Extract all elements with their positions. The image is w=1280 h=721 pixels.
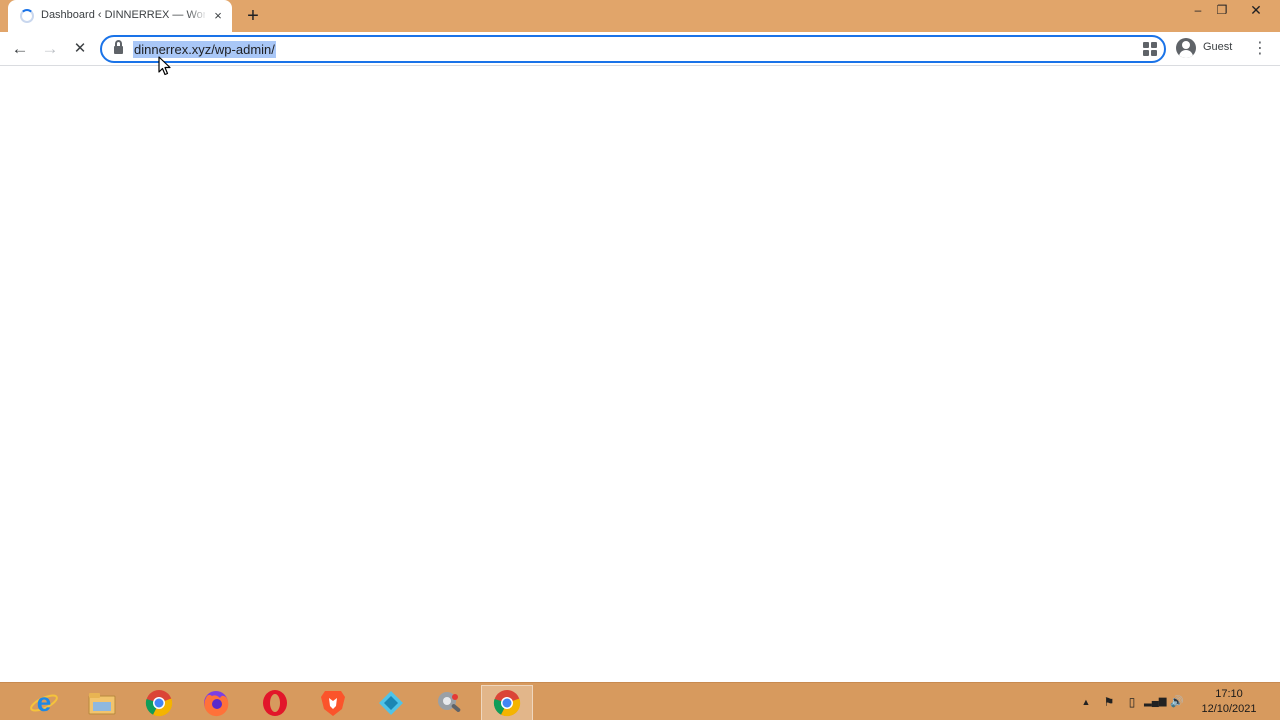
vpn-app-icon[interactable] [365,685,417,721]
loading-spinner-icon [20,9,34,23]
tab-title: Dashboard ‹ DINNERREX — WordPress [41,9,205,21]
page-content [0,67,1280,682]
chrome-icon[interactable] [133,685,185,721]
clock[interactable]: 17:10 12/10/2021 [1194,687,1264,717]
tab-close-icon[interactable]: × [210,8,226,24]
chrome-active-icon[interactable] [481,685,533,721]
file-explorer-icon[interactable] [76,685,128,721]
lock-icon[interactable] [114,40,123,55]
install-app-icon[interactable] [1143,42,1157,56]
battery-icon[interactable]: ▯ [1123,683,1141,721]
action-center-flag-icon[interactable]: ⚑ [1100,683,1118,721]
maximize-button[interactable]: ❐ [1208,0,1236,20]
tray-overflow-icon[interactable]: ▲ [1078,683,1094,721]
tab-title-fade [186,6,208,26]
avatar-icon [1176,38,1196,58]
svg-text:e: e [37,688,51,717]
url-text[interactable]: dinnerrex.xyz/wp-admin/ [133,41,276,58]
internet-explorer-icon[interactable]: e [18,685,70,721]
stop-loading-button[interactable]: ✕ [68,37,92,61]
forward-button[interactable]: → [38,37,62,61]
volume-icon[interactable]: 🔊 [1168,683,1186,721]
more-menu-icon[interactable]: ⋮ [1250,37,1270,61]
opera-icon[interactable] [249,685,301,721]
browser-tab[interactable]: Dashboard ‹ DINNERREX — WordPress × [8,0,232,32]
network-signal-icon[interactable]: ▂▄▆ [1144,683,1166,721]
tab-strip: Dashboard ‹ DINNERREX — WordPress × + – … [0,0,1280,32]
clock-time: 17:10 [1215,688,1243,700]
new-tab-icon[interactable]: + [242,5,264,27]
address-bar[interactable]: dinnerrex.xyz/wp-admin/ [100,35,1166,63]
firefox-icon[interactable] [190,685,242,721]
profile-label: Guest [1203,41,1233,53]
clock-date: 12/10/2021 [1201,703,1257,715]
back-button[interactable]: ← [8,37,32,61]
tool-app-icon[interactable] [423,685,475,721]
browser-toolbar: ← → ✕ dinnerrex.xyz/wp-admin/ Guest ⋮ [0,32,1280,66]
mouse-cursor-icon [158,56,171,76]
brave-icon[interactable] [307,685,359,721]
close-window-button[interactable]: ✕ [1238,0,1274,20]
taskbar: e ▲ ⚑ ▯ ▂▄▆ 🔊 17:10 12/10/2021 [0,682,1280,721]
